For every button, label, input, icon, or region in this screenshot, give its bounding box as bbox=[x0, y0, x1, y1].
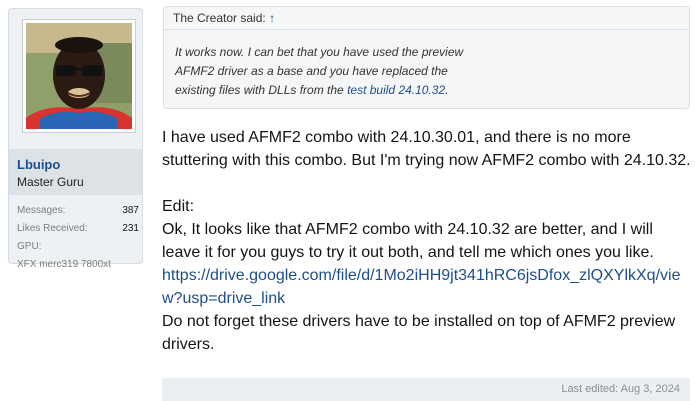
avatar[interactable] bbox=[26, 23, 132, 129]
stat-value: 387 bbox=[122, 205, 139, 216]
user-sidebar: Lbuipo Master Guru Messages: 387 Likes R… bbox=[8, 8, 143, 270]
quote-header: The Creator said: ↑ bbox=[164, 7, 689, 30]
stat-likes: Likes Received: 231 bbox=[17, 223, 139, 241]
stat-label: GPU: bbox=[17, 241, 42, 252]
quote-line-text: existing files with DLLs from the bbox=[175, 83, 348, 97]
stat-value: 231 bbox=[122, 223, 139, 234]
test-build-link[interactable]: test build 24.10.32 bbox=[347, 83, 445, 97]
stat-gpu: GPU: bbox=[17, 241, 139, 259]
user-stats: Messages: 387 Likes Received: 231 GPU: X… bbox=[17, 205, 139, 277]
quote-author: The Creator said: bbox=[173, 11, 266, 25]
jump-to-quote-icon[interactable]: ↑ bbox=[269, 11, 275, 25]
user-title: Master Guru bbox=[17, 175, 84, 189]
stat-label: Likes Received: bbox=[17, 223, 88, 234]
user-info: Lbuipo Master Guru bbox=[9, 149, 142, 195]
quote-line: existing files with DLLs from the test b… bbox=[175, 81, 675, 100]
post-paragraph: I have used AFMF2 combo with 24.10.30.01… bbox=[162, 129, 691, 169]
drive-link[interactable]: https://drive.google.com/file/d/1Mo2iHH9… bbox=[162, 267, 680, 307]
quote-block: The Creator said: ↑ It works now. I can … bbox=[163, 6, 690, 109]
last-edited-bar: Last edited: Aug 3, 2024 bbox=[162, 378, 690, 401]
quote-text: It works now. I can bet that you have us… bbox=[175, 43, 675, 100]
quote-line: It works now. I can bet that you have us… bbox=[175, 45, 464, 59]
stat-label: Messages: bbox=[17, 205, 66, 216]
post-paragraph: Do not forget these drivers have to be i… bbox=[162, 313, 676, 353]
last-edited-text: Last edited: Aug 3, 2024 bbox=[561, 383, 680, 395]
post-paragraph: Ok, It looks like that AFMF2 combo with … bbox=[162, 221, 654, 261]
quote-line: AFMF2 driver as a base and you have repl… bbox=[175, 64, 448, 78]
post-body: I have used AFMF2 combo with 24.10.30.01… bbox=[162, 126, 692, 356]
quote-line-end: . bbox=[445, 83, 449, 97]
stat-messages: Messages: 387 bbox=[17, 205, 139, 223]
gpu-value: XFX merc319 7800xt bbox=[17, 259, 111, 270]
username-link[interactable]: Lbuipo bbox=[17, 157, 60, 172]
avatar-frame[interactable] bbox=[22, 19, 136, 133]
edit-label: Edit: bbox=[162, 198, 195, 215]
stat-gpu-value-row: XFX merc319 7800xt bbox=[17, 259, 139, 277]
